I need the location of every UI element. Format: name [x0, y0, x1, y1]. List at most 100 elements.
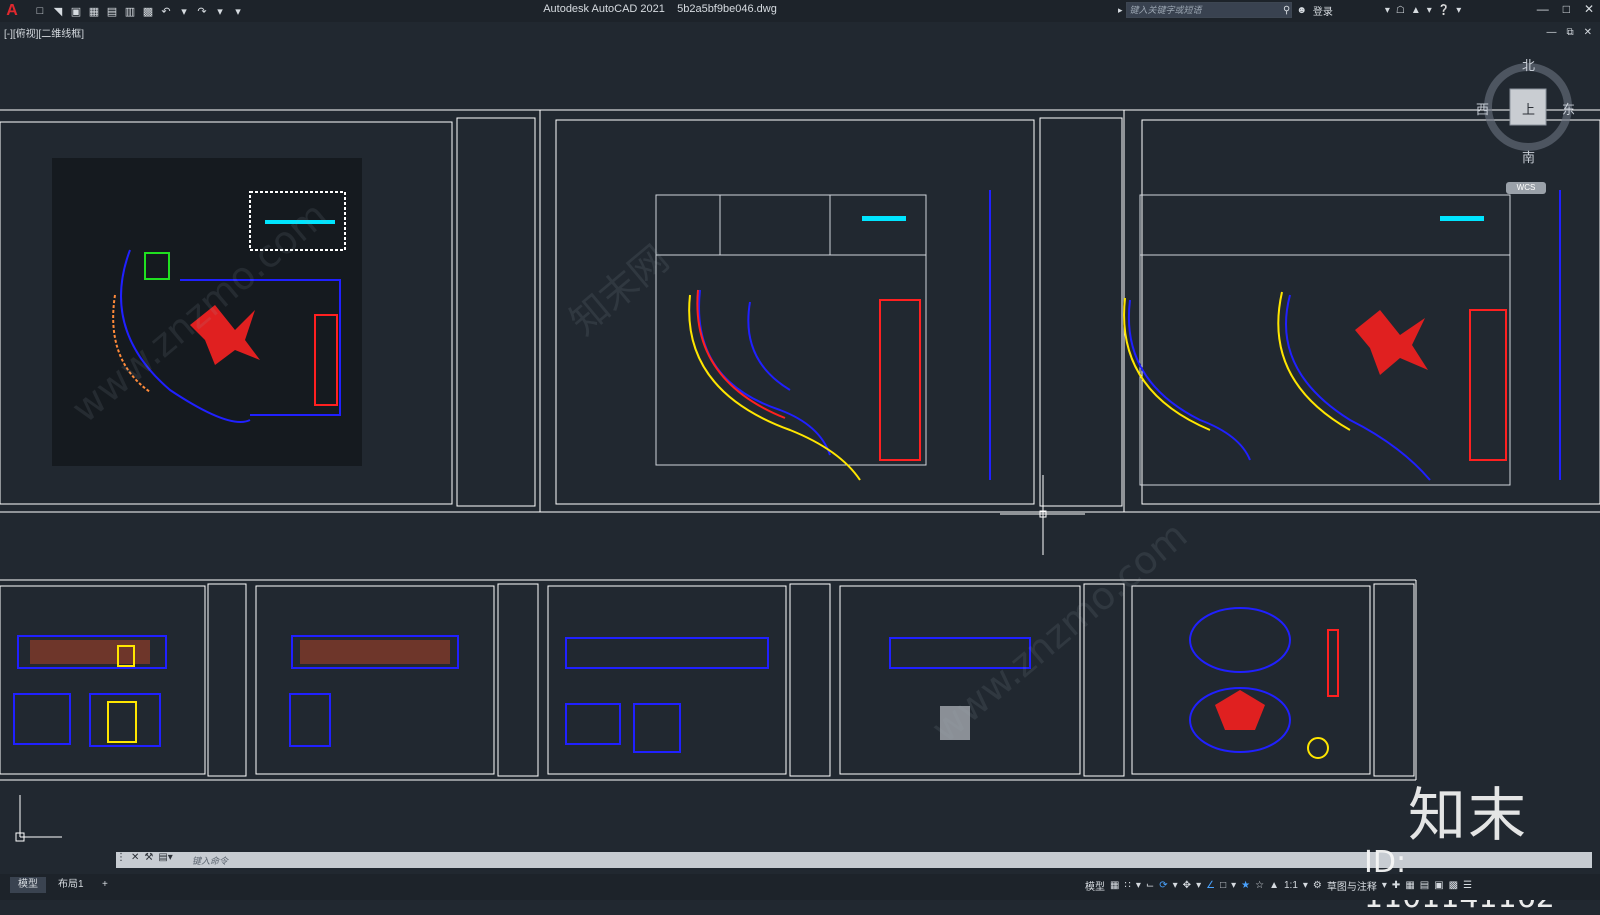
- auto-scale-icon[interactable]: ☆: [1255, 880, 1264, 891]
- quick-properties-icon[interactable]: ▤: [1420, 880, 1429, 891]
- a360-dropdown-icon[interactable]: ▾: [1427, 5, 1432, 16]
- viewcube-east[interactable]: 东: [1562, 99, 1575, 118]
- title-block: [789, 583, 831, 777]
- sheet-frame: [547, 585, 787, 775]
- snap-icon[interactable]: ∷: [1124, 880, 1130, 891]
- curved-wall: [747, 301, 791, 391]
- hatch-fill: [30, 640, 150, 664]
- annotation-monitor-icon[interactable]: ✚: [1392, 880, 1400, 891]
- elevation-drawing: [565, 637, 769, 669]
- red-wall: [696, 289, 786, 419]
- tab-layout1[interactable]: 布局1: [50, 877, 92, 893]
- cyan-label: [862, 216, 906, 221]
- drawing-restore-icon[interactable]: ⧉: [1566, 27, 1573, 38]
- curved-wall: [1285, 294, 1431, 481]
- object-snap-dropdown-icon[interactable]: ▾: [1231, 880, 1236, 891]
- search-expand-icon[interactable]: ▸: [1118, 5, 1123, 16]
- command-line-tools: ⋮ ✕ ⚒ ▤▾: [116, 852, 173, 863]
- workspace-switch[interactable]: 草图与注释: [1327, 878, 1377, 893]
- round-detail: [1307, 737, 1329, 759]
- cyan-label: [1440, 216, 1484, 221]
- recent-commands-icon[interactable]: ▤▾: [158, 852, 172, 863]
- viewcube-north[interactable]: 北: [1522, 55, 1535, 74]
- annotation-scale-icon[interactable]: ▲: [1269, 880, 1279, 891]
- object-snap-icon[interactable]: □: [1220, 880, 1226, 891]
- booth-block: [1327, 629, 1339, 697]
- minimize-icon[interactable]: —: [1537, 2, 1549, 16]
- search-input[interactable]: [1125, 2, 1292, 18]
- user-icon[interactable]: ☻: [1296, 5, 1307, 16]
- yellow-wall: [688, 294, 861, 481]
- detail-drawing: [633, 703, 681, 753]
- drawing-minimize-icon[interactable]: —: [1546, 27, 1556, 38]
- add-layout-button[interactable]: +: [94, 877, 116, 893]
- close-icon[interactable]: ✕: [1584, 2, 1594, 16]
- viewcube-face-top[interactable]: 上: [1522, 99, 1535, 118]
- grip-icon[interactable]: ⋮: [116, 852, 126, 863]
- polar-tracking-icon[interactable]: ⟳: [1159, 880, 1167, 891]
- wcs-menu[interactable]: WCS: [1506, 182, 1546, 194]
- ortho-icon[interactable]: ⌙: [1146, 880, 1154, 891]
- search-icon[interactable]: ⚲: [1283, 5, 1290, 16]
- viewport-controls-label[interactable]: [-][俯视][二维线框]: [4, 25, 84, 40]
- viewcube-west[interactable]: 西: [1476, 99, 1489, 118]
- title-right-tools: ⚲ ☻ 登录 ▾ ☖ ▲ ▾ ❔ ▾: [1283, 3, 1461, 18]
- title-bar: A □ ◥ ▣ ▦ ▤ ▥ ▩ ↶ ▾ ↷ ▾ ▾ Autodesk AutoC…: [0, 0, 1600, 22]
- status-tray: 模型 ▦ ∷ ▾ ⌙ ⟳ ▾ ✥ ▾ ∠ □ ▾ ★ ☆ ▲ 1:1 ▾ ⚙ 草…: [1085, 878, 1472, 893]
- scale-dropdown-icon[interactable]: ▾: [1303, 880, 1308, 891]
- red-feature: [1355, 310, 1428, 375]
- booth-block: [879, 299, 921, 461]
- detail-drawing: [565, 703, 621, 745]
- cart-icon[interactable]: ☖: [1396, 5, 1405, 16]
- drawing-close-icon[interactable]: ✕: [1584, 27, 1592, 38]
- autodesk-a360-icon[interactable]: ▲: [1411, 5, 1421, 16]
- watermark-brand: 知末: [1408, 781, 1529, 849]
- polar-dropdown-icon[interactable]: ▾: [1173, 880, 1178, 891]
- drawing-window-controls: — ⧉ ✕: [1546, 27, 1592, 38]
- sheet-frame: [1131, 585, 1371, 775]
- red-feature: [1215, 690, 1265, 730]
- isodraft-dropdown-icon[interactable]: ▾: [1196, 880, 1201, 891]
- help-dropdown-icon[interactable]: ▾: [1456, 5, 1461, 16]
- annotation-visibility-icon[interactable]: ★: [1241, 880, 1250, 891]
- maximize-icon[interactable]: □: [1563, 2, 1570, 16]
- title-block: [207, 583, 247, 777]
- workspace-gear-icon[interactable]: ⚙: [1313, 880, 1322, 891]
- viewcube-south[interactable]: 南: [1522, 147, 1535, 166]
- isodraft-icon[interactable]: ✥: [1183, 880, 1191, 891]
- title-block: [1373, 583, 1415, 777]
- plan-outline: [1139, 194, 1511, 486]
- yellow-wall: [1123, 297, 1211, 431]
- customization-icon[interactable]: ☰: [1463, 880, 1472, 891]
- annotation-scale-value[interactable]: 1:1: [1284, 880, 1298, 891]
- plan-outline: [655, 194, 927, 466]
- grid-icon[interactable]: ▦: [1110, 880, 1119, 891]
- isolate-objects-icon[interactable]: ▣: [1434, 880, 1443, 891]
- wrench-icon[interactable]: ⚒: [144, 852, 153, 863]
- clean-screen-icon[interactable]: ▩: [1449, 880, 1458, 891]
- workspace-dropdown-icon[interactable]: ▾: [1382, 880, 1387, 891]
- detail-drawing: [13, 693, 71, 745]
- drawing-canvas[interactable]: [0, 40, 1600, 845]
- window-controls: — □ ✕: [1537, 2, 1594, 16]
- model-space-button[interactable]: 模型: [1085, 878, 1105, 893]
- close-cmdline-icon[interactable]: ✕: [131, 852, 139, 863]
- booth-plan: [1189, 607, 1291, 673]
- sheet-frame: [839, 585, 1081, 775]
- curved-wall: [1127, 299, 1251, 461]
- login-dropdown-icon[interactable]: ▾: [1385, 5, 1390, 16]
- door-elevation: [107, 701, 137, 743]
- object-snap-tracking-icon[interactable]: ∠: [1206, 880, 1215, 891]
- viewcube[interactable]: 北 南 东 西 上: [1476, 55, 1576, 167]
- search-box: ▸: [1118, 2, 1292, 18]
- title-block: [456, 117, 536, 507]
- hatch-fill: [300, 640, 450, 664]
- detail-drawing: [289, 693, 331, 747]
- yellow-wall: [1277, 291, 1351, 431]
- snap-dropdown-icon[interactable]: ▾: [1136, 880, 1141, 891]
- login-link[interactable]: 登录: [1313, 3, 1333, 18]
- help-icon[interactable]: ❔: [1438, 5, 1450, 16]
- title-block: [1039, 117, 1123, 507]
- tab-model[interactable]: 模型: [10, 877, 46, 893]
- units-icon[interactable]: ▦: [1405, 880, 1414, 891]
